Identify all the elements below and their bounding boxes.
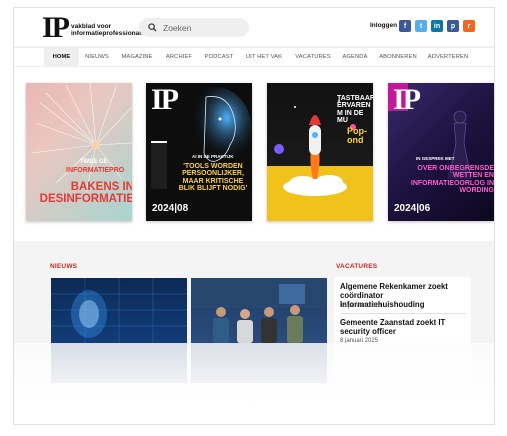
fade-gradient [14, 343, 494, 424]
magazine-cover-4[interactable]: IP IN GESPREK MET OVER ONBEGRENSDE WETTE… [388, 83, 494, 221]
vacature-divider [340, 313, 466, 314]
page-frame: IP vakblad voor informatieprofessionals … [13, 7, 495, 425]
reflection-overlay [14, 343, 494, 424]
cover-3-sub: Pop- ond [347, 126, 367, 146]
magazine-cover-1[interactable]: TWEE GE INFORMATIEPRO BAKENS IN DESINFOR… [26, 83, 132, 221]
site-header: IP vakblad voor informatieprofessionals … [14, 8, 494, 46]
vacatures-list: Algemene Rekenkamer zoekt coördinator In… [334, 277, 471, 344]
digital-face-image [51, 278, 187, 343]
nav-item-adverteren[interactable]: ADVERTEREN [426, 48, 470, 67]
nav-item-uit-het-vak[interactable]: UIT HET VAK [242, 48, 286, 67]
facebook-icon[interactable]: f [399, 20, 411, 32]
nav-item-home[interactable]: HOME [44, 48, 79, 67]
vacatures-heading: VACATURES [336, 263, 378, 270]
login-link[interactable]: Inloggen [370, 22, 397, 29]
site-logo[interactable]: IP vakblad voor informatieprofessionals [42, 11, 151, 44]
cover-1-line-1: TWEE GE [80, 159, 108, 165]
cover-4-title: OVER ONBEGRENSDE WETTEN EN INFORMATIEOOR… [410, 165, 494, 195]
news-image-2[interactable] [191, 278, 327, 343]
cover-2-title: 'TOOLS WORDEN PERSOONLIJKER, MAAR KRITIS… [178, 163, 248, 193]
team-photo-image [191, 278, 327, 343]
search-input[interactable] [163, 22, 243, 33]
pinterest-icon[interactable]: p [447, 20, 459, 32]
news-image-1[interactable] [51, 278, 187, 343]
cover-4-issue: 2024|06 [394, 203, 431, 214]
nav-item-vacatures[interactable]: VACATURES [293, 48, 333, 67]
magazine-carousel: TWEE GE INFORMATIEPRO BAKENS IN DESINFOR… [14, 67, 494, 241]
main-nav: HOME NIEUWS MAGAZINE ARCHIEF PODCAST UIT… [14, 47, 494, 67]
search-icon [148, 23, 157, 32]
vacature-date-1: 15 januari 2025 [340, 303, 382, 309]
linkedin-icon[interactable]: in [431, 20, 443, 32]
vacature-title-2[interactable]: Gemeente Zaanstad zoekt IT security offi… [340, 318, 468, 336]
cover-2-ip-mark: IP [151, 83, 179, 116]
cover-2-issue: 2024|08 [152, 203, 189, 214]
nav-item-nieuws[interactable]: NIEUWS [82, 48, 112, 67]
nav-item-magazine[interactable]: MAGAZINE [118, 48, 156, 67]
news-heading: NIEUWS [50, 263, 78, 270]
search-box[interactable] [139, 18, 249, 37]
nav-item-archief[interactable]: ARCHIEF [162, 48, 196, 67]
nav-item-abonneren[interactable]: ABONNEREN [376, 48, 420, 67]
twitter-icon[interactable]: t [415, 20, 427, 32]
cover-1-line-2: INFORMATIEPRO [66, 167, 125, 174]
cover-1-title: BAKENS IN DESINFORMATIE [39, 181, 132, 206]
logo-mark: IP [42, 11, 70, 44]
nav-item-podcast[interactable]: PODCAST [202, 48, 236, 67]
rss-icon[interactable]: r [463, 20, 475, 32]
cover-2-sidebar [151, 141, 167, 189]
nav-item-agenda[interactable]: AGENDA [340, 48, 370, 67]
cover-4-ip-mark: IP [393, 83, 421, 116]
magazine-cover-2[interactable]: IP AI IN DE PRAKTIJK 'TOOLS WORDEN PERSO… [146, 83, 252, 221]
magazine-cover-3[interactable]: TASTBAAR ERVAREN M IN DE MU Pop- ond [267, 83, 373, 221]
cover-2-kicker: AI IN DE PRAKTIJK [192, 154, 234, 159]
cover-4-kicker: IN GESPREK MET [416, 156, 455, 161]
cover-3-title: TASTBAAR ERVAREN M IN DE MU [337, 95, 373, 125]
